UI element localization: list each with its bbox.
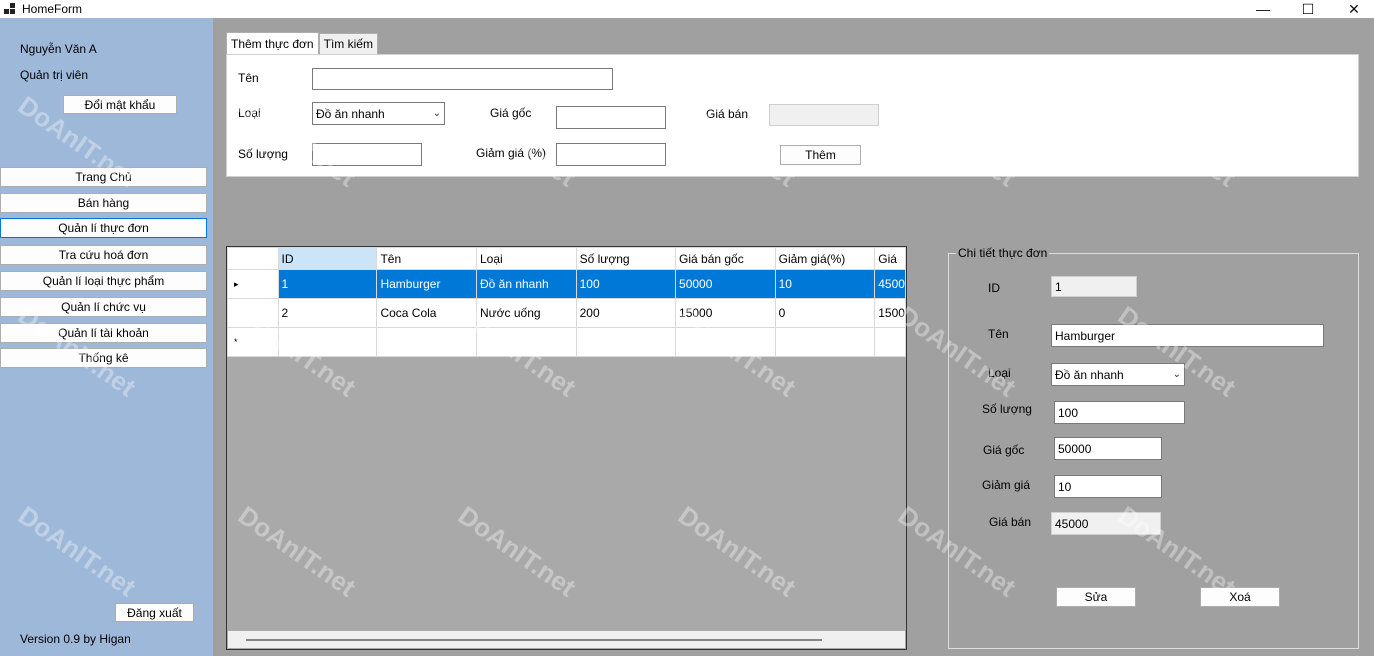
new-cell[interactable] — [774, 327, 876, 357]
chevron-down-icon: ⌄ — [1172, 369, 1181, 380]
detail-base-price-input[interactable]: 50000 — [1054, 437, 1162, 460]
detail-quantity-input[interactable]: 100 — [1054, 401, 1185, 424]
nav-invoice-lookup-button[interactable]: Tra cứu hoá đơn — [0, 245, 207, 265]
cell-base-price[interactable]: 50000 — [675, 269, 776, 299]
table-row[interactable]: 2 Coca Cola Nước uống 200 15000 0 1500 — [227, 298, 906, 328]
minimize-button[interactable]: — — [1240, 0, 1286, 18]
detail-sale-price-input: 45000 — [1051, 512, 1161, 535]
detail-quantity-label: Số lượng — [982, 402, 1032, 416]
cell-quantity[interactable]: 100 — [575, 269, 677, 299]
close-button[interactable]: ✕ — [1331, 0, 1374, 18]
table-row[interactable]: ▸ 1 Hamburger Đồ ăn nhanh 100 50000 10 4… — [227, 269, 906, 299]
new-cell[interactable] — [675, 327, 776, 357]
col-header-price[interactable]: Giá — [874, 247, 906, 270]
horizontal-scrollbar[interactable] — [228, 631, 905, 648]
cell-name[interactable]: Hamburger — [376, 269, 477, 299]
change-password-button[interactable]: Đổi mật khẩu — [63, 95, 177, 114]
nav-menu-management-button[interactable]: Quản lí thực đơn — [0, 218, 207, 238]
add-quantity-label: Số lượng — [238, 147, 288, 161]
add-sale-price-input — [769, 104, 879, 126]
nav-home-button[interactable]: Trang Chủ — [0, 167, 207, 187]
col-header-type[interactable]: Loại — [475, 247, 577, 270]
new-cell[interactable] — [575, 327, 677, 357]
maximize-button[interactable]: ☐ — [1285, 0, 1331, 18]
detail-type-select[interactable]: Đồ ăn nhanh ⌄ — [1051, 363, 1185, 386]
cell-id[interactable]: 2 — [277, 298, 378, 328]
user-name: Nguyễn Văn A — [20, 42, 97, 56]
new-cell[interactable] — [376, 327, 477, 357]
new-row-marker[interactable]: * — [227, 327, 279, 357]
cell-discount[interactable]: 0 — [774, 298, 876, 328]
sidebar: Nguyễn Văn A Quản trị viên Đổi mật khẩu … — [0, 18, 213, 656]
new-cell[interactable] — [475, 327, 577, 357]
edit-button[interactable]: Sửa — [1056, 587, 1136, 607]
cell-price[interactable]: 4500 — [874, 269, 906, 299]
col-header-base-price[interactable]: Giá bán gốc — [675, 247, 776, 270]
scrollbar-thumb[interactable] — [246, 639, 822, 641]
detail-base-price-label: Giá gốc — [983, 443, 1025, 457]
tab-search[interactable]: Tìm kiếm — [318, 33, 378, 54]
add-base-price-input[interactable] — [556, 106, 666, 129]
add-type-value: Đồ ăn nhanh — [316, 106, 385, 121]
new-cell[interactable] — [874, 327, 906, 357]
detail-id-input: 1 — [1051, 276, 1137, 297]
col-header-name[interactable]: Tên — [376, 247, 477, 270]
detail-name-input[interactable]: Hamburger — [1051, 324, 1324, 347]
add-quantity-input[interactable] — [312, 143, 422, 166]
cell-type[interactable]: Nước uống — [475, 298, 577, 328]
tab-add-menu[interactable]: Thêm thực đơn — [226, 32, 319, 54]
detail-type-value: Đồ ăn nhanh — [1055, 367, 1124, 382]
nav-statistics-button[interactable]: Thống kê — [0, 348, 207, 368]
add-button[interactable]: Thêm — [780, 145, 861, 165]
cell-name[interactable]: Coca Cola — [376, 298, 477, 328]
new-cell[interactable] — [277, 327, 378, 357]
cell-quantity[interactable]: 200 — [575, 298, 677, 328]
detail-name-label: Tên — [988, 327, 1009, 341]
detail-title: Chi tiết thực đơn — [956, 246, 1050, 260]
tab-strip: Thêm thực đơn Tìm kiếm — [226, 32, 378, 55]
cell-price[interactable]: 1500 — [874, 298, 906, 328]
nav-food-type-button[interactable]: Quản lí loại thực phẩm — [0, 271, 207, 291]
add-discount-label: Giảm giá (%) — [476, 146, 547, 160]
nav-sales-button[interactable]: Bán hàng — [0, 193, 207, 213]
add-base-price-label: Giá gốc — [490, 106, 532, 120]
detail-discount-input[interactable]: 10 — [1054, 475, 1162, 498]
add-type-label: Loại — [238, 106, 261, 120]
col-header-id[interactable]: ID — [277, 247, 378, 270]
title-bar: HomeForm — ☐ ✕ — [0, 0, 1374, 18]
row-selected-marker[interactable]: ▸ — [227, 269, 279, 299]
new-row[interactable]: * — [227, 327, 906, 357]
detail-type-label: Loại — [988, 366, 1011, 380]
chevron-down-icon: ⌄ — [432, 108, 441, 119]
add-discount-input[interactable] — [556, 143, 666, 166]
cell-discount[interactable]: 10 — [774, 269, 876, 299]
cell-base-price[interactable]: 15000 — [675, 298, 776, 328]
nav-account-button[interactable]: Quản lí tài khoản — [0, 323, 207, 343]
delete-button[interactable]: Xoá — [1200, 587, 1280, 607]
add-name-input[interactable] — [312, 68, 613, 90]
detail-discount-label: Giảm giá — [982, 478, 1031, 492]
logout-button[interactable]: Đăng xuất — [115, 603, 194, 622]
add-menu-tab-page: Tên Loại Đồ ăn nhanh ⌄ Giá gốc Giá bán S… — [226, 54, 1359, 177]
detail-id-label: ID — [988, 281, 1000, 295]
add-name-label: Tên — [238, 71, 259, 85]
menu-grid[interactable]: ID Tên Loại Số lượng Giá bán gốc Giảm gi… — [226, 246, 907, 650]
app-icon — [4, 3, 16, 15]
row-header[interactable] — [227, 298, 279, 328]
window-title: HomeForm — [22, 2, 83, 16]
user-role: Quản trị viên — [20, 68, 89, 82]
col-header-quantity[interactable]: Số lượng — [575, 247, 677, 270]
version-label: Version 0.9 by Higan — [20, 632, 131, 646]
add-type-select[interactable]: Đồ ăn nhanh ⌄ — [312, 102, 445, 125]
cell-type[interactable]: Đồ ăn nhanh — [475, 269, 577, 299]
add-sale-price-label: Giá bán — [706, 107, 749, 121]
cell-id[interactable]: 1 — [277, 269, 378, 299]
grid-corner — [227, 247, 279, 270]
col-header-discount[interactable]: Giảm giá(%) — [774, 247, 876, 270]
detail-sale-price-label: Giá bán — [989, 515, 1032, 529]
nav-position-button[interactable]: Quản lí chức vụ — [0, 297, 207, 317]
